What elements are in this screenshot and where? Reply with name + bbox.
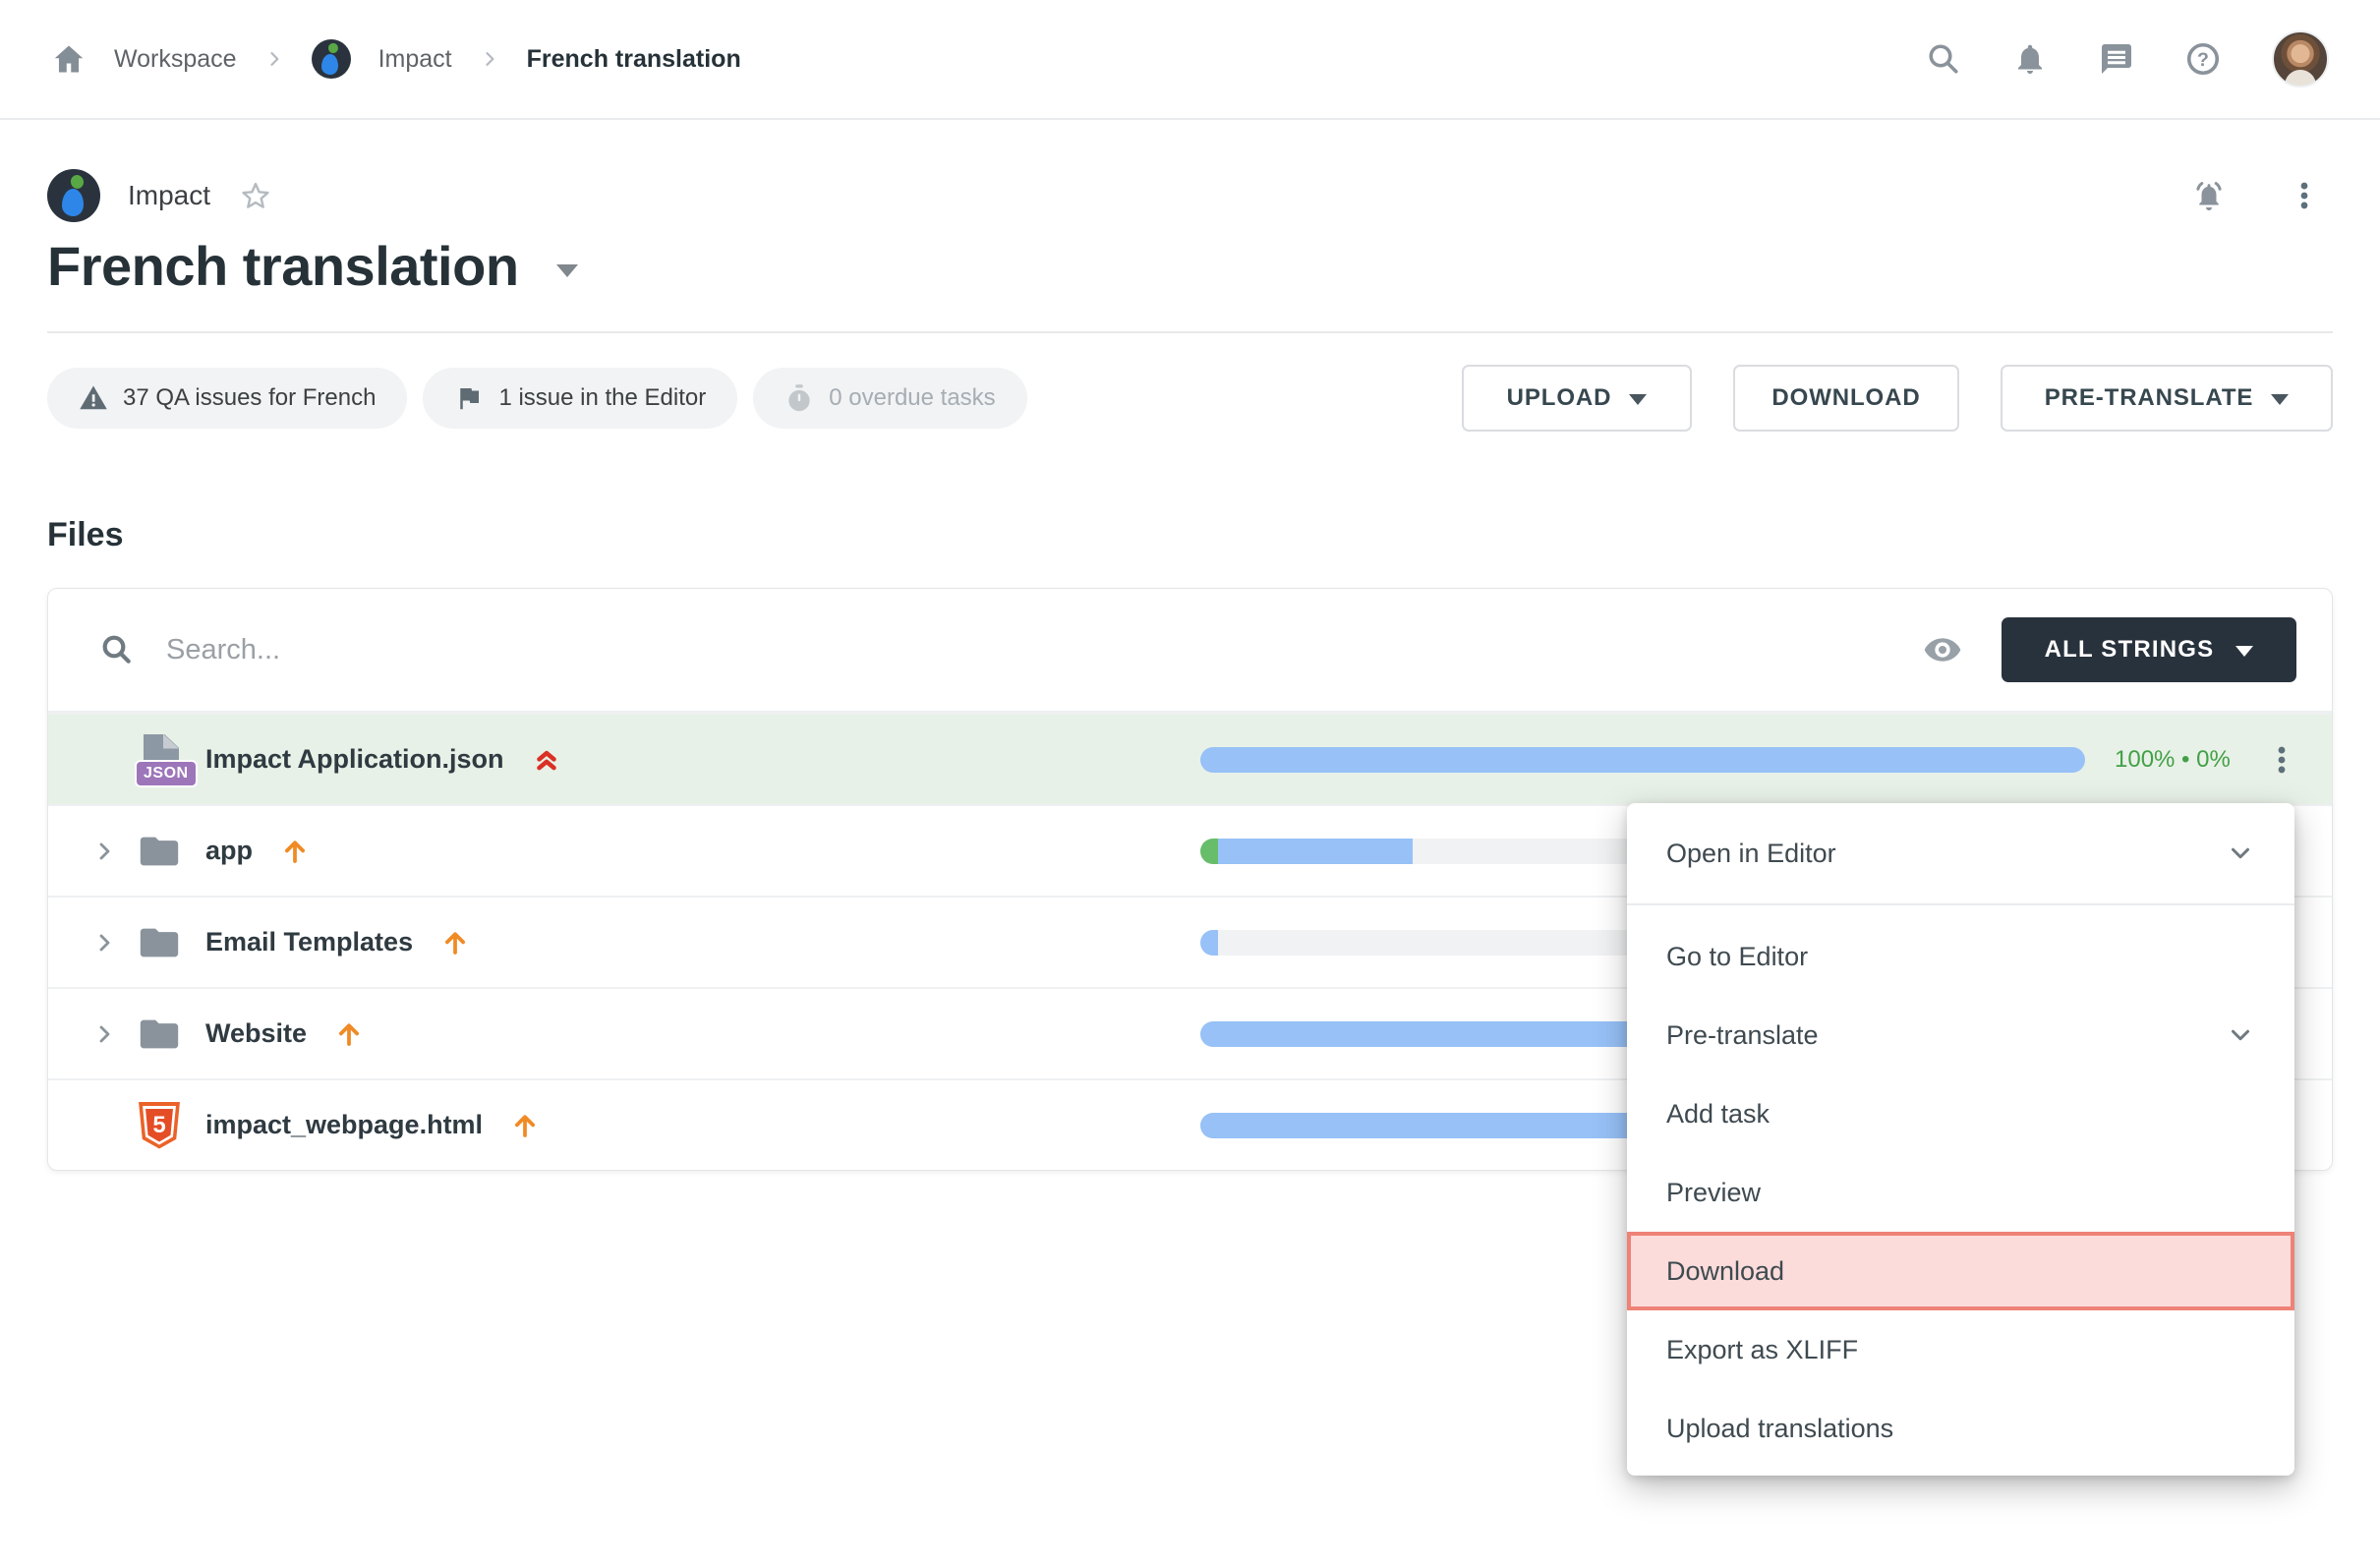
chevron-down-icon (2226, 839, 2255, 868)
priority-high-icon (440, 928, 470, 957)
project-kebab-menu-icon[interactable] (2288, 179, 2321, 212)
folder-icon (140, 836, 179, 867)
project-logo[interactable] (312, 39, 351, 79)
progress-bar (1200, 747, 2085, 773)
strings-filter-label: ALL STRINGS (2045, 636, 2215, 664)
breadcrumb-current-page: French translation (527, 45, 741, 74)
menu-item-label: Add task (1666, 1099, 1770, 1130)
menu-item-download[interactable]: Download (1627, 1232, 2294, 1310)
breadcrumb-project[interactable]: Impact (378, 45, 452, 74)
project-header: Impact French translation (47, 169, 2333, 333)
menu-item-label: Upload translations (1666, 1414, 1893, 1444)
editor-issues-label: 1 issue in the Editor (498, 384, 706, 412)
header-divider (47, 331, 2333, 333)
folder-name: Website (205, 1018, 307, 1049)
priority-high-icon (334, 1019, 364, 1049)
project-name: Impact (128, 180, 210, 211)
menu-item-go-to-editor[interactable]: Go to Editor (1627, 917, 2294, 996)
subscribe-bell-icon[interactable] (2191, 178, 2227, 213)
pre-translate-label: PRE-TRANSLATE (2045, 384, 2254, 412)
menu-item-label: Download (1666, 1256, 1784, 1287)
chevron-down-icon (1629, 394, 1647, 405)
messages-icon[interactable] (2099, 41, 2134, 77)
folder-name: app (205, 836, 253, 866)
help-icon[interactable]: ? (2185, 41, 2221, 77)
file-context-menu: Open in Editor Go to Editor Pre-translat… (1627, 803, 2294, 1476)
search-icon[interactable] (1926, 41, 1961, 77)
folder-icon (140, 1018, 179, 1050)
stopwatch-icon (784, 383, 814, 413)
row-kebab-menu-icon[interactable] (2265, 743, 2298, 777)
html-file-icon: 5 (139, 1102, 180, 1149)
json-file-icon: JSON (135, 732, 184, 787)
topbar-actions: ? (1926, 30, 2329, 87)
notifications-bell-icon[interactable] (2012, 41, 2048, 77)
strings-filter-button[interactable]: ALL STRINGS (2002, 617, 2296, 682)
chevron-down-icon (2271, 394, 2289, 405)
menu-divider (1627, 903, 2294, 905)
chevron-down-icon (2226, 1020, 2255, 1050)
priority-highest-icon (532, 745, 561, 775)
expand-chevron-icon[interactable] (82, 840, 127, 863)
upload-button[interactable]: UPLOAD (1462, 365, 1692, 432)
warning-icon (79, 383, 108, 413)
pre-translate-button[interactable]: PRE-TRANSLATE (2001, 365, 2333, 432)
menu-item-label: Go to Editor (1666, 942, 1808, 972)
menu-item-open-in-editor[interactable]: Open in Editor (1627, 817, 2294, 890)
menu-item-label: Preview (1666, 1178, 1761, 1208)
file-name: impact_webpage.html (205, 1110, 483, 1140)
upload-label: UPLOAD (1507, 384, 1612, 412)
top-navbar: Workspace Impact French translation ? (0, 0, 2380, 120)
file-name: Impact Application.json (205, 744, 504, 775)
search-input[interactable] (164, 633, 1923, 667)
home-icon[interactable] (51, 41, 87, 77)
overdue-tasks-badge[interactable]: 0 overdue tasks (753, 368, 1026, 429)
expand-chevron-icon[interactable] (82, 1022, 127, 1046)
avatar[interactable] (2272, 30, 2329, 87)
menu-item-export-as-xliff[interactable]: Export as XLIFF (1627, 1310, 2294, 1389)
chevron-right-icon (264, 49, 284, 69)
files-heading: Files (47, 516, 2333, 554)
title-dropdown-caret-icon[interactable] (556, 264, 578, 277)
menu-item-add-task[interactable]: Add task (1627, 1074, 2294, 1153)
folder-icon (140, 927, 179, 958)
menu-item-upload-translations[interactable]: Upload translations (1627, 1389, 2294, 1468)
chevron-down-icon (2235, 646, 2253, 657)
meta-row: 37 QA issues for French 1 issue in the E… (47, 365, 2333, 432)
qa-issues-badge[interactable]: 37 QA issues for French (47, 368, 407, 429)
files-search-row: ALL STRINGS (48, 589, 2332, 713)
star-icon[interactable] (240, 180, 271, 211)
breadcrumb: Workspace Impact French translation (51, 39, 741, 79)
breadcrumb-workspace[interactable]: Workspace (114, 45, 237, 74)
folder-name: Email Templates (205, 927, 413, 957)
svg-text:?: ? (2197, 49, 2209, 71)
menu-item-pre-translate[interactable]: Pre-translate (1627, 996, 2294, 1074)
download-label: DOWNLOAD (1771, 384, 1920, 412)
page-title: French translation (47, 234, 519, 298)
overdue-tasks-label: 0 overdue tasks (829, 384, 995, 412)
editor-issues-badge[interactable]: 1 issue in the Editor (423, 368, 737, 429)
chevron-right-icon (480, 49, 499, 69)
priority-high-icon (510, 1111, 540, 1140)
qa-issues-label: 37 QA issues for French (123, 384, 376, 412)
search-icon (99, 632, 135, 667)
expand-chevron-icon[interactable] (82, 931, 127, 955)
priority-high-icon (280, 837, 310, 866)
menu-item-label: Pre-translate (1666, 1020, 1819, 1051)
project-logo (47, 169, 100, 222)
eye-icon[interactable] (1923, 630, 1962, 669)
file-row-impact-application-json[interactable]: JSON Impact Application.json 100% • 0% (48, 713, 2332, 804)
menu-item-label: Export as XLIFF (1666, 1335, 1858, 1365)
download-button[interactable]: DOWNLOAD (1733, 365, 1959, 432)
menu-item-preview[interactable]: Preview (1627, 1153, 2294, 1232)
flag-icon (454, 383, 484, 413)
menu-item-label: Open in Editor (1666, 839, 1836, 869)
progress-stats: 100% • 0% (2115, 746, 2231, 774)
